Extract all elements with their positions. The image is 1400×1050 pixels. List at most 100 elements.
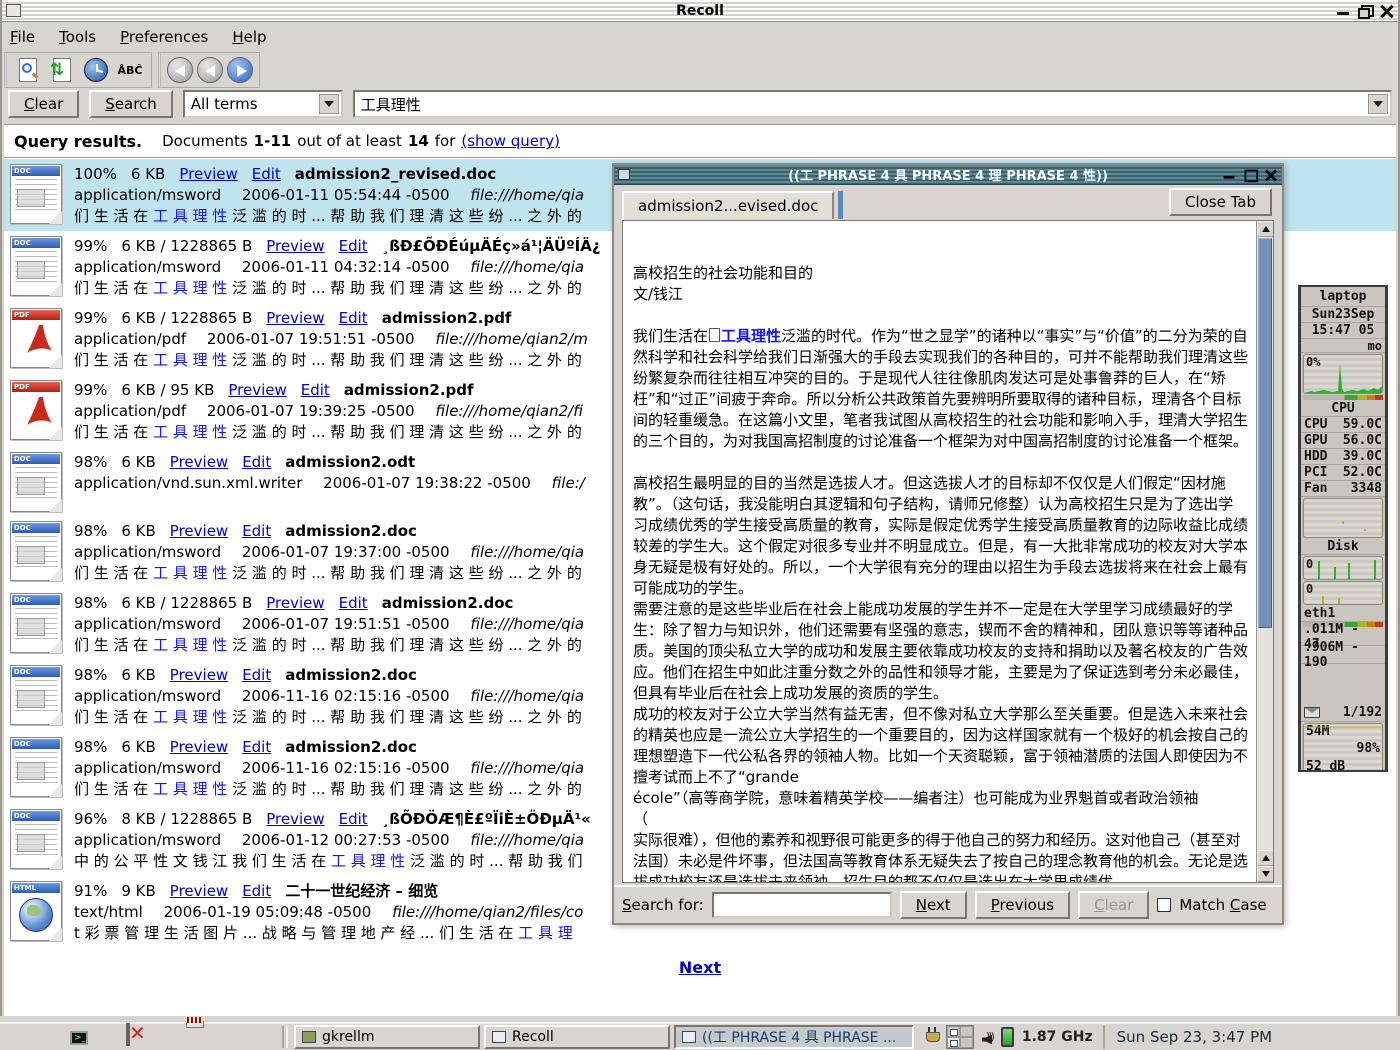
file-size: 6 KB: [121, 737, 155, 758]
sort-button[interactable]: ⇅: [47, 56, 77, 84]
edit-link[interactable]: Edit: [242, 737, 271, 758]
edit-link[interactable]: Edit: [339, 308, 368, 329]
firefox-icon[interactable]: [238, 1025, 262, 1049]
back-first-button[interactable]: [167, 57, 193, 83]
preview-content[interactable]: 高校招生的社会功能和目的文/钱江我们生活在工具理性泛滥的时代。作为“世之显学”的…: [622, 220, 1274, 883]
minimize-icon[interactable]: [1336, 4, 1350, 18]
menu-file[interactable]: File: [10, 28, 35, 46]
preview-doc-button[interactable]: [13, 56, 43, 84]
preview-link[interactable]: Preview: [179, 164, 237, 185]
preview-text[interactable]: 高校招生的社会功能和目的文/钱江我们生活在工具理性泛滥的时代。作为“世之显学”的…: [623, 221, 1256, 882]
edit-link[interactable]: Edit: [242, 521, 271, 542]
xkill-icon[interactable]: ✕: [126, 1025, 150, 1049]
typewriter-icon[interactable]: [182, 1025, 206, 1049]
result-filename: ¸ßÕÐÖÆ¶È£ºÏiÈ±ÖÐµÄ¹«: [382, 809, 591, 830]
cpu-chart[interactable]: 0%: [1303, 354, 1383, 394]
match-case-checkbox[interactable]: [1157, 898, 1171, 912]
show-query-link[interactable]: (show query): [461, 132, 560, 150]
find-next-button[interactable]: Next: [900, 891, 967, 919]
edit-link[interactable]: Edit: [339, 593, 368, 614]
restore-icon[interactable]: [1358, 4, 1372, 18]
disk-chart-2[interactable]: 0: [1303, 581, 1383, 605]
edit-link[interactable]: Edit: [242, 452, 271, 473]
memory-chart[interactable]: 54M 98% 52 dB: [1303, 723, 1383, 772]
taskbar-divider: [282, 1026, 288, 1048]
scroll-down-icon[interactable]: [1257, 866, 1274, 882]
preview-link[interactable]: Preview: [170, 521, 228, 542]
workspace-3[interactable]: [947, 1037, 960, 1048]
preview-link[interactable]: Preview: [266, 236, 324, 257]
preview-link[interactable]: Preview: [170, 452, 228, 473]
mod-date: 2006-01-19 05:09:48 -0500: [164, 903, 372, 921]
workspace-1[interactable]: [947, 1026, 960, 1037]
clear-button[interactable]: Clear: [8, 90, 79, 118]
next-page-link[interactable]: Next: [4, 958, 1396, 977]
relevance-percent: 98%: [74, 521, 107, 542]
minimize-icon[interactable]: [1223, 169, 1236, 182]
preview-link[interactable]: Preview: [170, 881, 228, 902]
relevance-percent: 98%: [74, 665, 107, 686]
disk-chart-1[interactable]: 0: [1303, 556, 1383, 580]
preview-link[interactable]: Preview: [266, 809, 324, 830]
term-explorer-button[interactable]: ÅBĈ: [115, 56, 145, 84]
taskbar-clock[interactable]: Sun Sep 23, 3:47 PM: [1103, 1025, 1272, 1049]
cpu-freq-icon[interactable]: [1001, 1027, 1014, 1047]
menu-tools[interactable]: Tools: [59, 28, 96, 46]
preview-paragraph: 成功的校友对于公立大学当然有益无害，但不像对私立大学那么至关重要。但是选入未来社…: [633, 704, 1248, 788]
fan-chart[interactable]: [1303, 498, 1383, 538]
back-button[interactable]: [197, 57, 223, 83]
find-input[interactable]: [712, 892, 892, 918]
hostname: laptop: [1301, 287, 1385, 307]
scrollbar-thumb[interactable]: [1258, 238, 1272, 628]
task-preview-window[interactable]: ((工 PHRASE 4 具 PHRASE ...: [674, 1025, 914, 1049]
search-button[interactable]: Search: [89, 90, 173, 118]
terminal-icon[interactable]: >_: [70, 1025, 94, 1049]
menu-preferences[interactable]: Preferences: [120, 28, 208, 46]
chevron-down-icon[interactable]: [319, 94, 339, 114]
power-plug-icon[interactable]: [926, 1027, 938, 1047]
task-recoll[interactable]: Recoll: [484, 1025, 670, 1049]
chevron-down-icon[interactable]: [1368, 94, 1388, 114]
history-button[interactable]: [81, 56, 111, 84]
edit-link[interactable]: Edit: [242, 881, 271, 902]
edit-link[interactable]: Edit: [339, 809, 368, 830]
volume-icon[interactable]: ))): [982, 1030, 993, 1045]
preview-link[interactable]: Preview: [170, 665, 228, 686]
workspace-4[interactable]: [960, 1037, 973, 1048]
workspace-pager[interactable]: [946, 1025, 974, 1049]
gkrellm-monitor[interactable]: laptop Sun23Sep 15:47 05 mo 0% CPU CPU59…: [1298, 285, 1388, 772]
edit-link[interactable]: Edit: [339, 236, 368, 257]
sensor-row: CPU59.0C: [1301, 417, 1385, 433]
scroll-up-icon[interactable]: [1257, 850, 1274, 866]
preview-link[interactable]: Preview: [266, 593, 324, 614]
preview-link[interactable]: Preview: [266, 308, 324, 329]
close-tab-button[interactable]: Close Tab: [1169, 188, 1272, 216]
search-query-input[interactable]: 工具理性: [353, 90, 1392, 118]
forward-button[interactable]: [227, 57, 253, 83]
gnome-foot-icon[interactable]: [14, 1025, 38, 1049]
close-icon[interactable]: [1265, 169, 1278, 182]
edit-link[interactable]: Edit: [252, 164, 281, 185]
main-titlebar[interactable]: Recoll: [2, 0, 1398, 22]
mail-row: 1/192: [1301, 704, 1385, 722]
preview-titlebar[interactable]: ((工 PHRASE 4 具 PHRASE 4 理 PHRASE 4 性)): [614, 165, 1282, 185]
edit-link[interactable]: Edit: [242, 665, 271, 686]
search-mode-select[interactable]: All terms: [183, 90, 343, 118]
task-gkrellm[interactable]: gkrellm: [294, 1025, 480, 1049]
close-icon[interactable]: [1380, 4, 1394, 18]
preview-paragraph: [633, 305, 1248, 326]
preview-scrollbar[interactable]: [1256, 221, 1273, 882]
workspace-2[interactable]: [960, 1026, 973, 1037]
preview-tab[interactable]: admission2...evised.doc: [622, 191, 834, 219]
find-previous-button[interactable]: Previous: [975, 891, 1070, 919]
maximize-icon[interactable]: [1244, 169, 1257, 182]
preview-link[interactable]: Preview: [228, 380, 286, 401]
edit-link[interactable]: Edit: [301, 380, 330, 401]
preview-link[interactable]: Preview: [170, 737, 228, 758]
snippet-pre: 们 生 活 在: [74, 207, 153, 225]
menu-help[interactable]: Help: [232, 28, 266, 46]
file-url: file:///home/qia: [470, 543, 584, 561]
scroll-up-icon[interactable]: [1257, 221, 1274, 237]
find-clear-button[interactable]: Clear: [1078, 891, 1149, 919]
page-fold: [49, 355, 62, 368]
